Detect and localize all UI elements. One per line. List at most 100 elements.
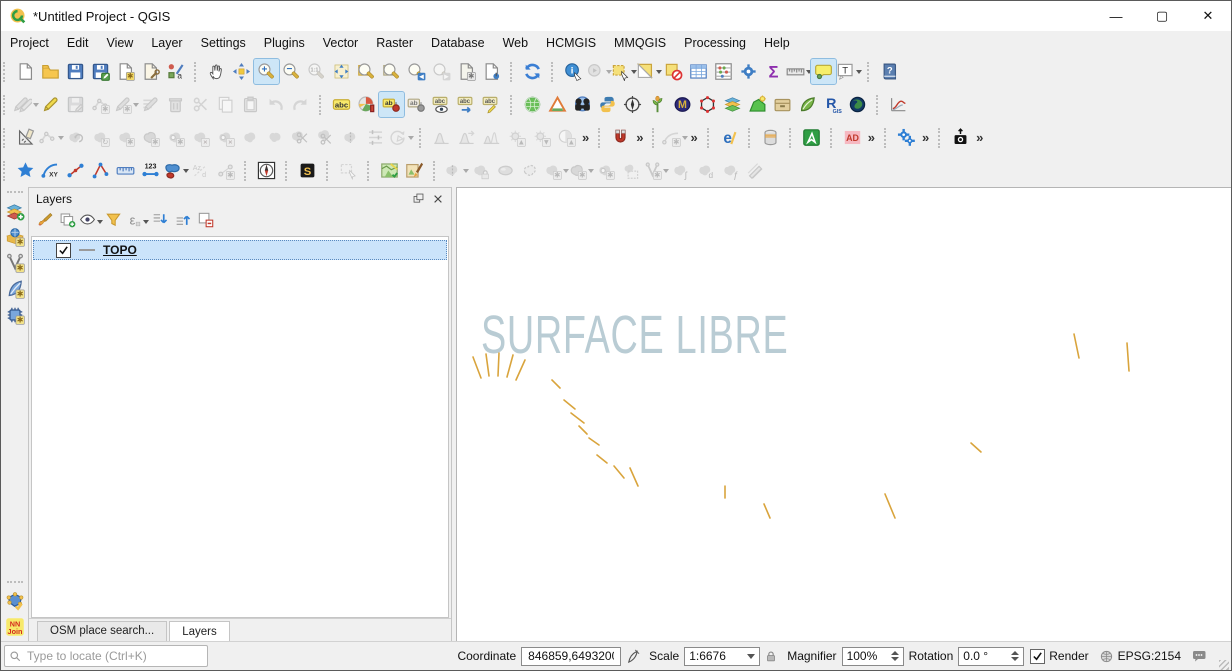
close-button[interactable]: ✕ (1185, 1, 1231, 31)
open-attribute-table-button[interactable] (686, 59, 711, 84)
qgis2threejs-button[interactable] (545, 92, 570, 117)
zoom-last-button[interactable]: ◄ (404, 59, 429, 84)
measure-button[interactable] (786, 59, 811, 84)
menu-plugins[interactable]: Plugins (255, 33, 314, 53)
profile-tool-button[interactable] (886, 92, 911, 117)
identify-features-button[interactable]: i (561, 59, 586, 84)
select-by-value-button[interactable] (661, 59, 686, 84)
toolbar-drag-handle[interactable] (938, 128, 944, 148)
settings-plugin-button[interactable] (894, 125, 919, 150)
map-canvas[interactable]: SURFACE LIBRE (456, 187, 1231, 642)
globe-plugin-button[interactable] (845, 92, 870, 117)
close-panel-button[interactable] (429, 191, 447, 207)
maximize-button[interactable]: ▢ (1139, 1, 1185, 31)
zoom-in-button[interactable]: + (254, 59, 279, 84)
toolbar-overflow-button[interactable]: » (633, 130, 646, 145)
show-hide-labels-button[interactable]: abc (429, 92, 454, 117)
spin-up-icon[interactable] (891, 651, 899, 655)
manage-map-themes-button[interactable] (79, 211, 102, 233)
move-label-button[interactable]: abc (454, 92, 479, 117)
segment-123-button[interactable]: 123 (138, 158, 163, 183)
toolbar-overflow-button[interactable]: » (973, 130, 986, 145)
style-manager-button[interactable]: a (163, 59, 188, 84)
render-checkbox[interactable]: Render (1030, 649, 1088, 664)
filter-by-expression-button[interactable]: ε (125, 211, 148, 233)
dropdown-arrow-icon[interactable] (856, 70, 862, 74)
open-project-button[interactable] (38, 59, 63, 84)
rotation-spinbox[interactable]: 0.0 ° (958, 647, 1024, 666)
zoom-full-button[interactable] (329, 59, 354, 84)
layers-plugin-button[interactable] (720, 92, 745, 117)
help-button[interactable]: ? (877, 59, 902, 84)
menu-hcmgis[interactable]: HCMGIS (537, 33, 605, 53)
add-wms-layer-button[interactable]: ✱ (3, 227, 27, 251)
add-vector-layer-button[interactable]: ✱ (3, 253, 27, 277)
refresh-map-button[interactable] (520, 59, 545, 84)
leaf-plugin-button[interactable] (795, 92, 820, 117)
can-plugin-button[interactable] (758, 125, 783, 150)
toolbar-drag-handle[interactable] (3, 161, 9, 181)
expand-all-button[interactable] (148, 211, 171, 233)
layer-row-topo[interactable]: TOPO (33, 240, 447, 260)
statistical-summary-button[interactable]: Σ (761, 59, 786, 84)
mmqgis-button[interactable]: M (670, 92, 695, 117)
toolbar-drag-handle[interactable] (876, 95, 882, 115)
new-3d-map-view-button[interactable] (479, 59, 504, 84)
extent-tracking-icon[interactable] (625, 649, 640, 664)
locator-search[interactable] (4, 645, 208, 667)
menu-mmqgis[interactable]: MMQGIS (605, 33, 675, 53)
minimize-button[interactable]: — (1093, 1, 1139, 31)
toolbar-drag-handle[interactable] (867, 62, 873, 82)
coordinate-input[interactable] (526, 648, 616, 664)
compass-boxed-button[interactable] (254, 158, 279, 183)
toolbar-overflow-button[interactable]: » (865, 130, 878, 145)
layer-visibility-checkbox[interactable] (56, 243, 71, 258)
menu-project[interactable]: Project (1, 33, 58, 53)
toolbar-overflow-button[interactable]: » (687, 130, 700, 145)
quickmapservices-button[interactable] (520, 92, 545, 117)
float-panel-button[interactable] (409, 191, 427, 207)
toggle-editing-button[interactable] (38, 92, 63, 117)
toolbar-drag-handle[interactable] (830, 128, 836, 148)
menu-layer[interactable]: Layer (142, 33, 191, 53)
show-layout-manager-button[interactable] (138, 59, 163, 84)
point-line-tool-button[interactable] (63, 158, 88, 183)
toolbar-drag-handle[interactable] (285, 161, 291, 181)
menu-edit[interactable]: Edit (58, 33, 98, 53)
toolbar-drag-handle[interactable] (510, 95, 516, 115)
toolbar-drag-handle[interactable] (652, 128, 658, 148)
plant-plugin-button[interactable] (645, 92, 670, 117)
remove-layer-button[interactable] (194, 211, 217, 233)
toolbar-drag-handle[interactable] (433, 161, 439, 181)
map-plugin-button[interactable] (377, 158, 402, 183)
dropdown-arrow-icon[interactable] (682, 136, 688, 140)
toolbox-button[interactable] (736, 59, 761, 84)
toolbar-drag-handle[interactable] (244, 161, 250, 181)
add-group-button[interactable] (56, 211, 79, 233)
pan-map-button[interactable] (204, 59, 229, 84)
layer-diagram-button[interactable] (354, 92, 379, 117)
toolbar-drag-handle[interactable] (510, 62, 516, 82)
ad-plugin-button[interactable]: AD (840, 125, 865, 150)
shape-tool-button[interactable] (163, 158, 188, 183)
menu-vector[interactable]: Vector (314, 33, 367, 53)
toolbar-drag-handle[interactable] (367, 161, 373, 181)
lock-scale-icon[interactable] (764, 649, 778, 663)
data-source-manager-button[interactable] (3, 201, 27, 225)
toolbar-drag-handle[interactable] (319, 95, 325, 115)
menu-view[interactable]: View (97, 33, 142, 53)
import-photos-button[interactable] (948, 125, 973, 150)
highlight-pinned-labels-button[interactable]: ab (404, 92, 429, 117)
crs-globe-icon[interactable] (1099, 649, 1114, 664)
check-geometries-button[interactable] (3, 591, 27, 615)
new-project-button[interactable] (13, 59, 38, 84)
epsg-code[interactable]: EPSG:2154 (1118, 649, 1181, 663)
compass-plugin-button[interactable] (620, 92, 645, 117)
r-processing-button[interactable]: RGIS (820, 92, 845, 117)
toolbar-drag-handle[interactable] (3, 128, 9, 148)
snapping-button[interactable] (608, 125, 633, 150)
toolbar-overflow-button[interactable]: » (919, 130, 932, 145)
magnifier-spinbox[interactable]: 100% (842, 647, 904, 666)
zoom-to-selection-button[interactable] (354, 59, 379, 84)
dock-tab-osm-place-search[interactable]: OSM place search... (37, 621, 167, 641)
